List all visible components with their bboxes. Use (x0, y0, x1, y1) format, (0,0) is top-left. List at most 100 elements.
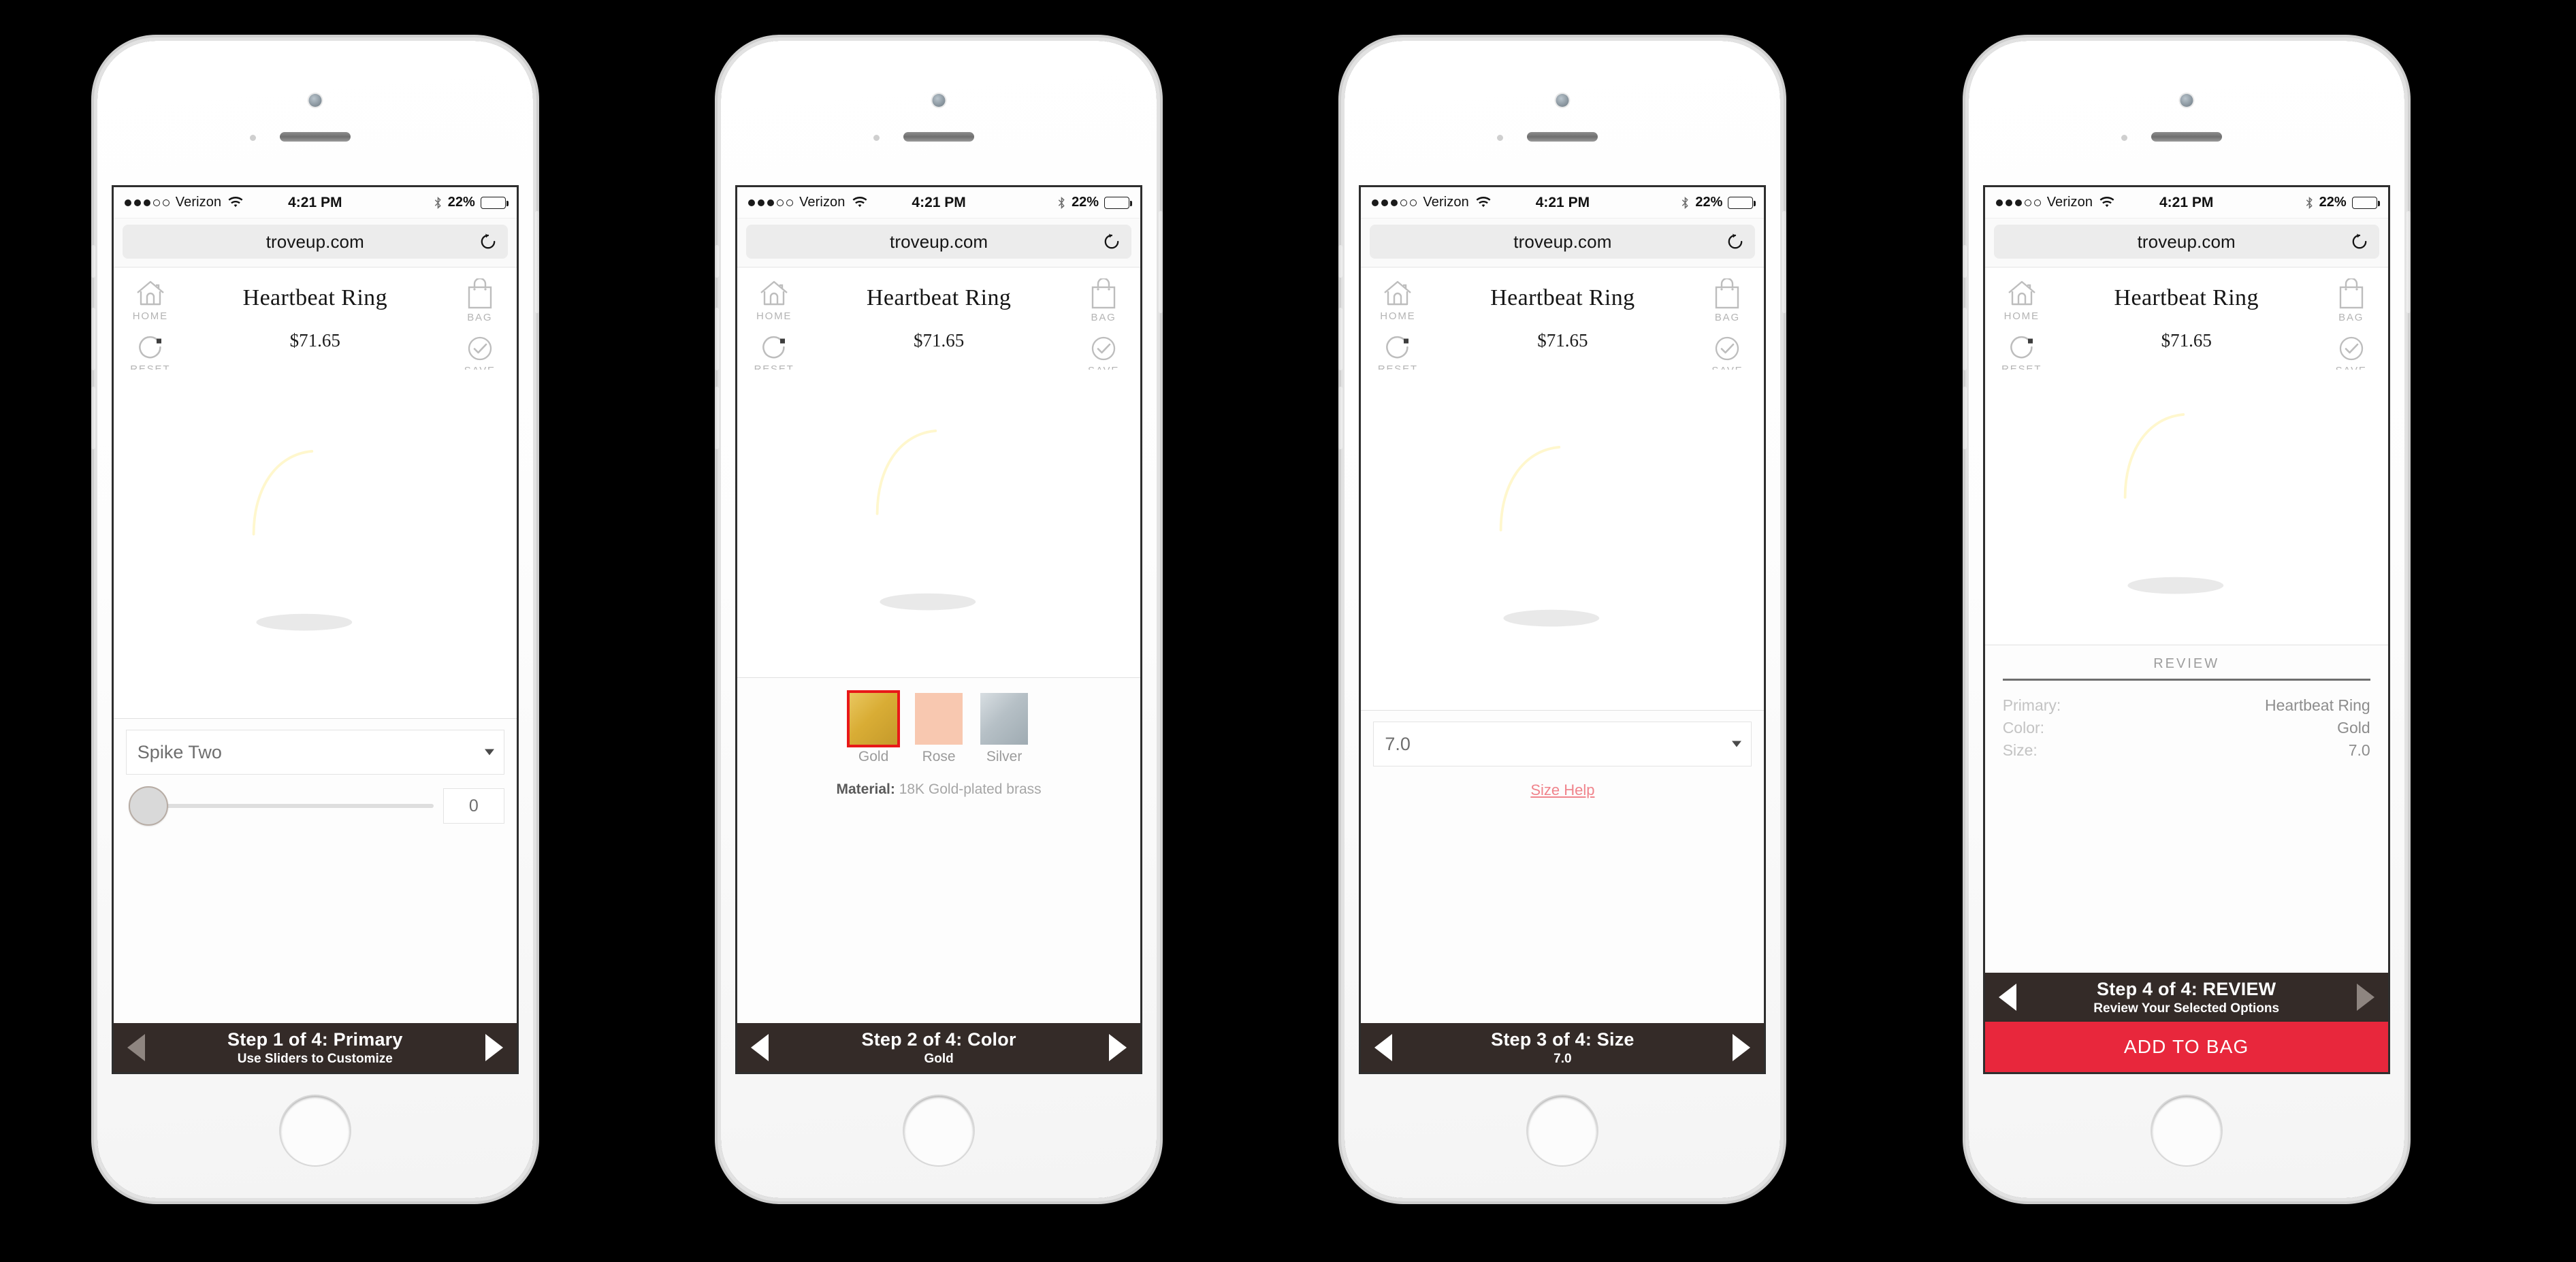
review-heading: REVIEW (2153, 656, 2220, 671)
size-select[interactable]: 7.0 (1373, 722, 1752, 766)
reload-icon[interactable] (2351, 233, 2368, 250)
prev-step-arrow[interactable] (751, 1034, 769, 1061)
browser-url-bar: troveup.com (113, 219, 517, 268)
mute-switch[interactable] (1338, 245, 1343, 278)
color-swatch-list: Gold Rose Silver (750, 689, 1128, 765)
reload-icon[interactable] (1103, 233, 1121, 250)
phone-device-step2: Verizon 4:21 PM 22% troveup.com HOME RES… (715, 41, 1163, 1198)
url-field[interactable]: troveup.com (1993, 225, 2379, 259)
bluetooth-icon (1058, 196, 1065, 209)
home-hardware-button[interactable] (904, 1096, 974, 1165)
power-button[interactable] (1782, 211, 1787, 313)
color-swatch-rose[interactable] (915, 693, 963, 745)
browser-url-bar: troveup.com (1361, 219, 1765, 268)
mute-switch[interactable] (715, 245, 720, 278)
step-navigation-bar: Step 1 of 4: Primary Use Sliders to Cust… (113, 1023, 517, 1072)
next-step-arrow (2356, 984, 2374, 1011)
bag-button[interactable]: BAG (2319, 278, 2384, 323)
review-row-key: Size: (2002, 741, 2038, 759)
product-image-stage (113, 370, 517, 718)
slider-track[interactable] (128, 786, 434, 826)
bag-label: BAG (467, 312, 493, 323)
step-text: Step 3 of 4: Size 7.0 (1392, 1029, 1733, 1067)
reset-icon (762, 336, 786, 359)
step-text: Step 2 of 4: Color Gold (769, 1029, 1109, 1067)
bag-button[interactable]: BAG (447, 278, 513, 323)
reset-button[interactable]: RESET (118, 333, 183, 375)
step-text: Step 1 of 4: Primary Use Sliders to Cust… (145, 1029, 485, 1067)
home-button[interactable]: HOME (741, 278, 807, 322)
volume-up-button[interactable] (1338, 308, 1343, 370)
phone-screen: Verizon 4:21 PM 22% troveup.com HOME RES… (1984, 187, 2388, 1072)
size-help-link[interactable]: Size Help (1373, 781, 1752, 799)
wifi-icon (852, 196, 867, 207)
status-bar-right: 22% (434, 195, 509, 210)
slider-knob[interactable] (128, 786, 168, 826)
carrier-label: Verizon (799, 195, 846, 210)
volume-down-button[interactable] (1338, 387, 1343, 449)
proximity-sensor (249, 135, 256, 141)
volume-up-button[interactable] (1962, 308, 1967, 370)
prev-step-arrow[interactable] (1998, 984, 2016, 1011)
chevron-down-icon (484, 749, 494, 756)
home-hardware-button[interactable] (1528, 1096, 1598, 1165)
power-button[interactable] (1159, 211, 1163, 313)
home-hardware-button[interactable] (2151, 1096, 2221, 1165)
primary-part-select[interactable]: Spike Two (125, 730, 504, 775)
bag-button[interactable]: BAG (1694, 278, 1760, 323)
volume-down-button[interactable] (715, 387, 720, 449)
front-camera (1556, 94, 1569, 107)
add-to-bag-button[interactable]: ADD TO BAG (1984, 1022, 2388, 1072)
home-hardware-button[interactable] (280, 1096, 350, 1165)
earpiece-speaker (1527, 132, 1598, 142)
color-swatch-option[interactable]: Rose (915, 693, 963, 765)
power-button[interactable] (2406, 211, 2411, 313)
save-check-icon (468, 336, 492, 361)
color-swatch-silver[interactable] (980, 693, 1029, 745)
step-title: Step 4 of 4: REVIEW (2097, 978, 2276, 999)
battery-percent-label: 22% (447, 195, 475, 210)
reset-button[interactable]: RESET (1989, 333, 2055, 375)
volume-down-button[interactable] (91, 387, 95, 449)
next-step-arrow[interactable] (1733, 1034, 1751, 1061)
bag-icon (468, 278, 492, 309)
volume-up-button[interactable] (715, 308, 720, 370)
reset-button[interactable]: RESET (741, 333, 807, 375)
color-swatch-option[interactable]: Gold (847, 690, 901, 765)
volume-down-button[interactable] (1962, 387, 1967, 449)
home-button[interactable]: HOME (1989, 278, 2055, 322)
reset-button[interactable]: RESET (1365, 333, 1430, 375)
step-subtitle: Gold (924, 1051, 954, 1066)
next-step-arrow[interactable] (1109, 1034, 1127, 1061)
home-button[interactable]: HOME (1365, 278, 1430, 322)
mute-switch[interactable] (91, 245, 95, 278)
url-field[interactable]: troveup.com (122, 225, 508, 259)
carrier-label: Verizon (2046, 195, 2093, 210)
status-bar-left: Verizon (124, 195, 244, 210)
power-button[interactable] (534, 211, 539, 313)
status-bar: Verizon 4:21 PM 22% (737, 187, 1141, 219)
review-row-value: Gold (2337, 719, 2370, 737)
reload-icon[interactable] (1726, 233, 1744, 250)
color-swatch-gold[interactable] (847, 690, 901, 747)
reload-icon[interactable] (479, 233, 497, 250)
product-image-heartbeat-ring (2115, 410, 2246, 598)
bag-button[interactable]: BAG (1071, 278, 1136, 323)
home-button[interactable]: HOME (118, 278, 183, 322)
next-step-arrow[interactable] (485, 1034, 503, 1061)
mute-switch[interactable] (1962, 245, 1967, 278)
material-value: 18K Gold-plated brass (899, 781, 1042, 797)
url-field[interactable]: troveup.com (1370, 225, 1756, 259)
save-check-icon (2339, 336, 2363, 361)
size-value: 7.0 (1385, 733, 1411, 754)
prev-step-arrow[interactable] (1374, 1034, 1393, 1061)
url-field[interactable]: troveup.com (746, 225, 1132, 259)
home-label: HOME (132, 310, 168, 322)
slider-value-input[interactable]: 0 (442, 788, 504, 824)
volume-up-button[interactable] (91, 308, 95, 370)
battery-icon (2351, 196, 2380, 209)
status-bar-left: Verizon (748, 195, 867, 210)
status-bar: Verizon 4:21 PM 22% (1361, 187, 1765, 219)
step-title: Step 3 of 4: Size (1491, 1029, 1635, 1050)
color-swatch-option[interactable]: Silver (980, 693, 1029, 765)
